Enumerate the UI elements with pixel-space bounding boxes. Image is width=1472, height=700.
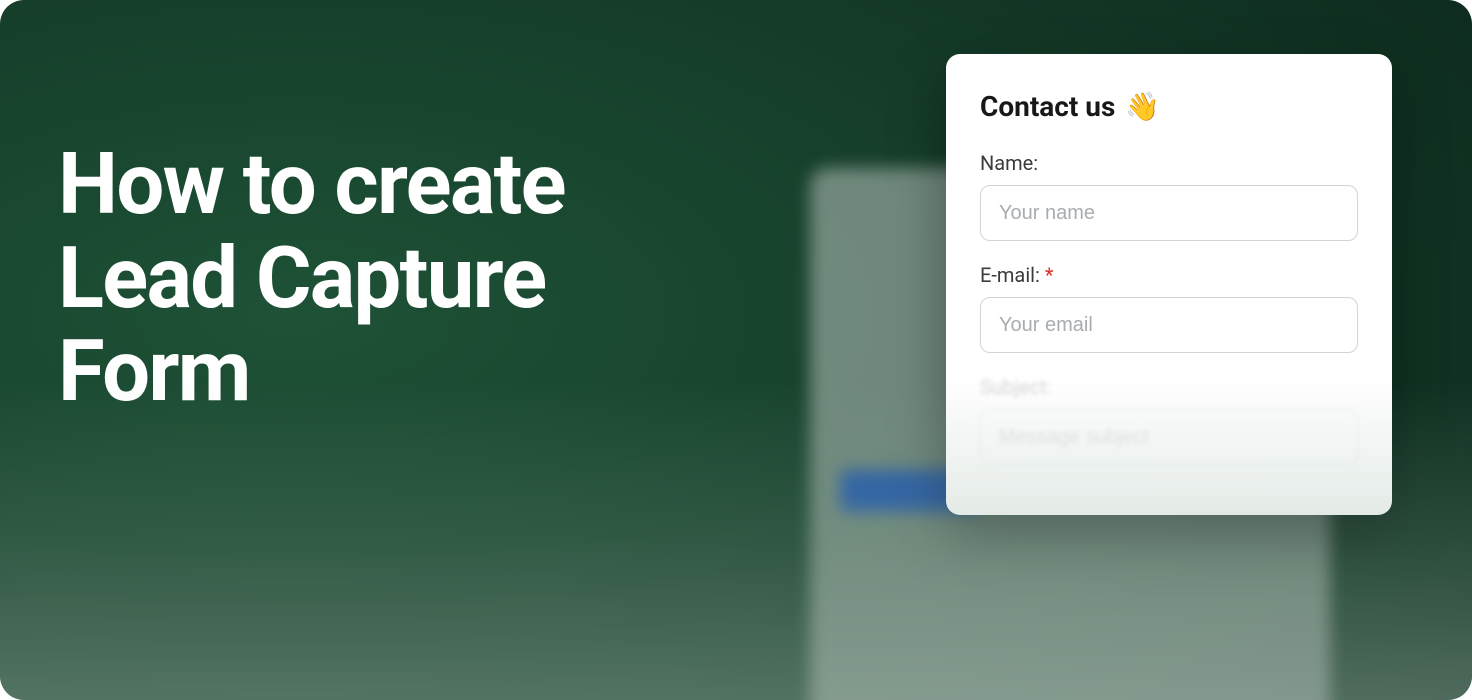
subject-field: Subject: bbox=[980, 375, 1358, 465]
email-label: E-mail: * bbox=[980, 263, 1358, 287]
wave-icon: 👋 bbox=[1125, 93, 1160, 121]
contact-form-card: Contact us 👋 Name: E-mail: * Subject: bbox=[946, 54, 1392, 515]
headline: How to create Lead Capture Form bbox=[58, 138, 565, 419]
banner-container: How to create Lead Capture Form Contact … bbox=[0, 0, 1472, 700]
subject-input[interactable] bbox=[980, 409, 1358, 465]
name-label: Name: bbox=[980, 151, 1358, 175]
required-marker: * bbox=[1045, 263, 1054, 287]
subject-label: Subject: bbox=[980, 375, 1358, 399]
headline-line-3: Form bbox=[58, 321, 250, 421]
email-input[interactable] bbox=[980, 297, 1358, 353]
name-field: Name: bbox=[980, 151, 1358, 241]
email-field: E-mail: * bbox=[980, 263, 1358, 353]
email-label-text: E-mail: bbox=[980, 263, 1045, 287]
form-title: Contact us 👋 bbox=[980, 90, 1358, 123]
form-title-text: Contact us bbox=[980, 90, 1115, 123]
name-input[interactable] bbox=[980, 185, 1358, 241]
headline-line-1: How to create bbox=[58, 134, 565, 234]
headline-line-2: Lead Capture bbox=[58, 228, 545, 328]
